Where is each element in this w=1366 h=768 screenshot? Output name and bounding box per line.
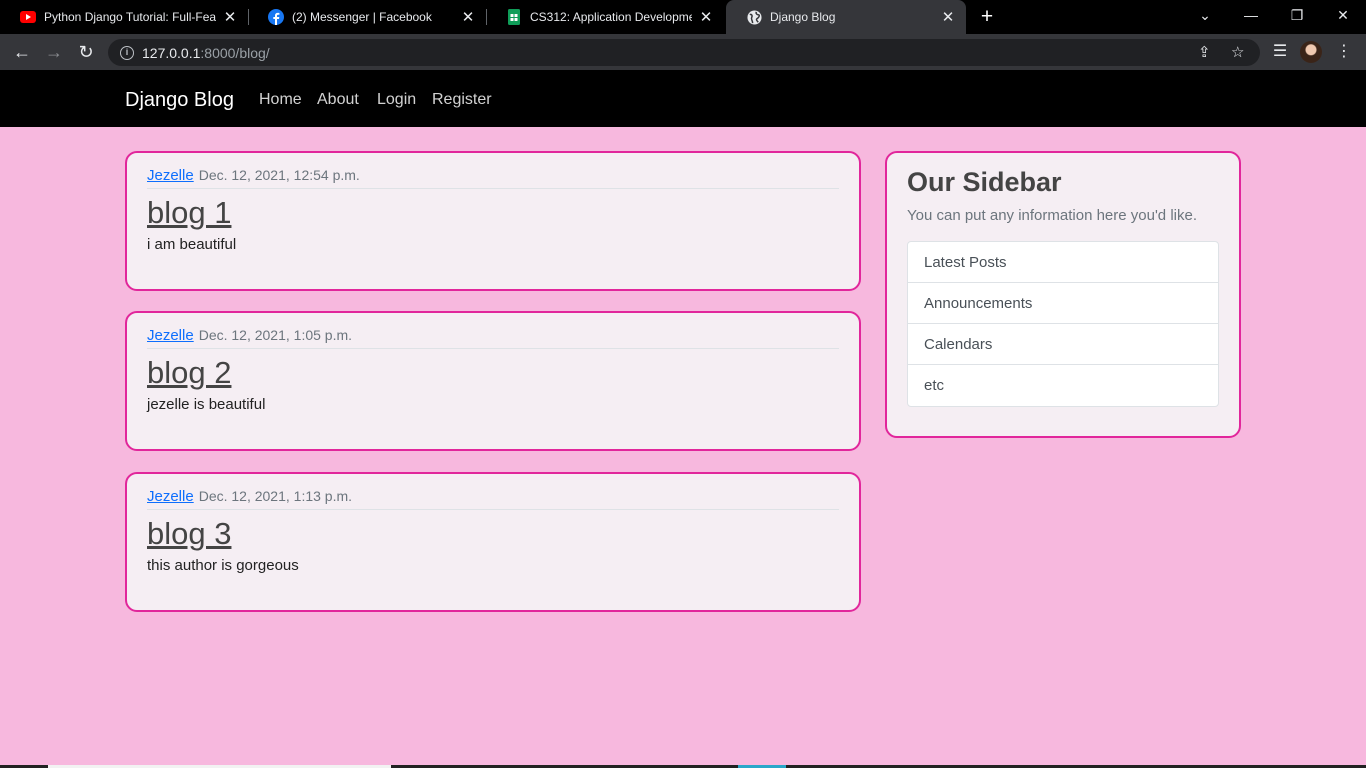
new-tab-button[interactable]: + [976, 4, 998, 30]
tab-title: Python Django Tutorial: Full-Feat [44, 10, 216, 24]
post-date: Dec. 12, 2021, 1:13 p.m. [198, 488, 353, 504]
url-path: :8000/blog/ [200, 44, 270, 61]
sidebar-item-calendars[interactable]: Calendars [908, 324, 1218, 365]
site-navbar: Django Blog Home About Login Register [0, 70, 1366, 127]
post-card: Jezelle Dec. 12, 2021, 1:13 p.m. blog 3 t… [125, 472, 861, 612]
post-meta: Jezelle Dec. 12, 2021, 1:13 p.m. [147, 488, 839, 510]
tab-youtube[interactable]: Python Django Tutorial: Full-Feat ✕ [0, 0, 248, 34]
sidebar: Our Sidebar You can put any information … [885, 151, 1241, 438]
address-bar[interactable]: i 127.0.0.1:8000/blog/ ⇪ ☆ [108, 39, 1260, 66]
post-content: this author is gorgeous [147, 557, 299, 574]
close-tab-icon[interactable]: ✕ [940, 8, 956, 26]
tab-messenger[interactable]: (2) Messenger | Facebook ✕ [248, 0, 486, 34]
post-meta: Jezelle Dec. 12, 2021, 12:54 p.m. [147, 167, 839, 189]
profile-avatar[interactable] [1300, 41, 1322, 63]
sidebar-item-announcements[interactable]: Announcements [908, 283, 1218, 324]
sidebar-item-latest-posts[interactable]: Latest Posts [908, 242, 1218, 283]
browser-toolbar: ← → ↻ i 127.0.0.1:8000/blog/ ⇪ ☆ ☰ ⋮ [0, 34, 1366, 70]
post-date: Dec. 12, 2021, 12:54 p.m. [198, 167, 360, 183]
menu-dots-icon[interactable]: ⋮ [1332, 40, 1356, 64]
nav-login[interactable]: Login [377, 70, 416, 127]
sidebar-title: Our Sidebar [907, 167, 1062, 197]
facebook-icon [268, 9, 284, 25]
nav-about[interactable]: About [317, 70, 359, 127]
post-title-link[interactable]: blog 1 [147, 193, 839, 233]
post-author-link[interactable]: Jezelle [147, 327, 194, 344]
post-meta: Jezelle Dec. 12, 2021, 1:05 p.m. [147, 327, 839, 349]
close-tab-icon[interactable]: ✕ [460, 8, 476, 26]
post-card: Jezelle Dec. 12, 2021, 12:54 p.m. blog 1 … [125, 151, 861, 291]
reload-icon[interactable]: ↻ [74, 40, 98, 64]
globe-icon [746, 9, 762, 25]
nav-home[interactable]: Home [259, 70, 302, 127]
site-brand[interactable]: Django Blog [125, 70, 234, 127]
close-tab-icon[interactable]: ✕ [222, 8, 238, 26]
sidebar-lead: You can put any information here you'd l… [907, 207, 1197, 224]
site-info-icon[interactable]: i [120, 45, 134, 60]
post-content: jezelle is beautiful [147, 396, 266, 413]
sheets-icon [506, 9, 522, 25]
tab-search-icon[interactable]: ⌄ [1182, 0, 1228, 34]
browser-tab-strip: Python Django Tutorial: Full-Feat ✕ (2) … [0, 0, 1366, 34]
share-icon[interactable]: ⇪ [1198, 39, 1211, 66]
tab-title: CS312: Application Development [530, 10, 692, 24]
restore-button[interactable]: ❐ [1274, 0, 1320, 34]
back-arrow-icon[interactable]: ← [10, 40, 34, 64]
nav-register[interactable]: Register [432, 70, 492, 127]
url-host: 127.0.0.1 [142, 44, 201, 61]
post-author-link[interactable]: Jezelle [147, 167, 194, 184]
sidebar-item-etc[interactable]: etc [908, 365, 1218, 406]
post-content: i am beautiful [147, 236, 237, 253]
tab-cs312[interactable]: CS312: Application Development ✕ [486, 0, 724, 34]
minimize-button[interactable]: — [1228, 0, 1274, 34]
forward-arrow-icon[interactable]: → [42, 40, 66, 64]
close-tab-icon[interactable]: ✕ [698, 8, 714, 26]
sidebar-list: Latest Posts Announcements Calendars etc [907, 241, 1219, 407]
tab-title: Django Blog [770, 10, 836, 24]
tab-django-blog[interactable]: Django Blog ✕ [726, 0, 966, 34]
bookmark-star-icon[interactable]: ☆ [1231, 39, 1244, 66]
post-title-link[interactable]: blog 3 [147, 514, 839, 554]
close-window-button[interactable]: ✕ [1320, 0, 1366, 34]
post-author-link[interactable]: Jezelle [147, 488, 194, 505]
tab-title: (2) Messenger | Facebook [292, 10, 432, 24]
post-card: Jezelle Dec. 12, 2021, 1:05 p.m. blog 2 j… [125, 311, 861, 451]
post-title-link[interactable]: blog 2 [147, 353, 839, 393]
reading-list-icon[interactable]: ☰ [1268, 40, 1292, 64]
post-date: Dec. 12, 2021, 1:05 p.m. [198, 327, 353, 343]
youtube-icon [20, 9, 36, 25]
